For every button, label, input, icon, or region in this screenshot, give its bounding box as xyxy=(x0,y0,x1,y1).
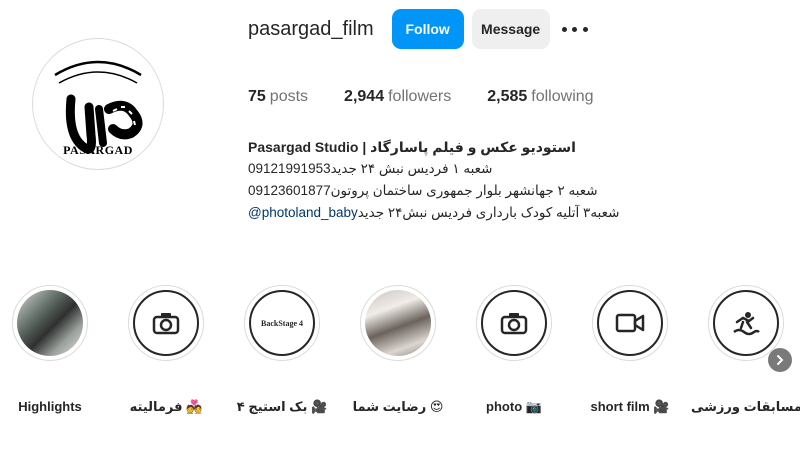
highlight-item[interactable]: Highlights xyxy=(0,285,105,414)
highlight-item[interactable]: photo 📷 xyxy=(459,285,569,415)
avatar-brand-text: PASARGAD xyxy=(63,143,133,157)
more-dots-icon[interactable] xyxy=(561,17,588,41)
bio-mention-link[interactable]: @photoland_baby xyxy=(248,205,358,220)
video-camera-icon xyxy=(597,290,663,356)
highlight-label: رضایت شما 😍 xyxy=(352,399,444,414)
following-stat[interactable]: 2,585 following xyxy=(487,88,593,106)
followers-count: 2,944 xyxy=(344,88,385,105)
camera-icon xyxy=(481,290,547,356)
highlight-label: Highlights xyxy=(18,399,82,414)
profile-header: pasargad_film Follow Message xyxy=(248,8,588,50)
highlight-item[interactable]: short film 🎥 xyxy=(575,285,685,415)
sports-icon xyxy=(713,290,779,356)
avatar[interactable]: PASARGAD xyxy=(32,38,164,170)
highlight-ring xyxy=(476,285,552,361)
posts-count: 75 xyxy=(248,88,266,105)
highlight-item[interactable]: BackStage 4 بک استیج ۴ 🎥 xyxy=(227,285,337,415)
followers-label: followers xyxy=(388,88,452,105)
bio-line-2: شعبه ۲ جهانشهر بلوار جمهوری ساختمان پروت… xyxy=(248,183,598,198)
followers-stat[interactable]: 2,944 followers xyxy=(344,88,451,106)
highlight-label: short film 🎥 xyxy=(590,399,670,414)
profile-bio: Pasargad Studio | استودیو عکس و فیلم پاس… xyxy=(248,136,619,224)
profile-display-name: Pasargad Studio | استودیو عکس و فیلم پاس… xyxy=(248,139,576,155)
profile-avatar-area[interactable]: PASARGAD xyxy=(32,26,164,204)
username[interactable]: pasargad_film xyxy=(248,18,374,41)
bio-line-3-text: شعبه۳ آتلیه کودک بارداری فردیس نبش۲۴ جدی… xyxy=(357,205,620,220)
highlight-label: بک استیج ۴ 🎥 xyxy=(236,399,328,414)
posts-stat: 75 posts xyxy=(248,88,308,106)
highlight-label: photo 📷 xyxy=(486,399,542,414)
highlight-thumbnail xyxy=(365,290,431,356)
highlight-ring xyxy=(360,285,436,361)
highlight-label: مسابقات ورزشی xyxy=(691,399,800,414)
follow-button[interactable]: Follow xyxy=(391,9,464,49)
following-count: 2,585 xyxy=(487,88,528,105)
highlight-label: فرمالیته 💑 xyxy=(129,399,203,414)
highlight-item[interactable]: فرمالیته 💑 xyxy=(111,285,221,415)
story-highlights: Highlights فرمالیته 💑 BackStage 4 بک است… xyxy=(0,285,800,435)
highlight-item[interactable]: رضایت شما 😍 xyxy=(343,285,453,415)
message-button[interactable]: Message xyxy=(471,9,550,49)
dot xyxy=(561,26,567,32)
dot xyxy=(582,26,588,32)
posts-label: posts xyxy=(269,88,309,105)
bio-line-3: @photoland_babyشعبه۳ آتلیه کودک بارداری … xyxy=(248,202,619,224)
backstage-icon: BackStage 4 xyxy=(249,290,315,356)
dot xyxy=(572,26,578,32)
highlight-ring xyxy=(592,285,668,361)
following-label: following xyxy=(531,88,594,105)
highlight-ring xyxy=(128,285,204,361)
camera-icon xyxy=(133,290,199,356)
highlight-ring xyxy=(12,285,88,361)
profile-stats: 75 posts 2,944 followers 2,585 following xyxy=(248,88,630,106)
backstage-text: BackStage 4 xyxy=(261,318,303,328)
highlight-ring: BackStage 4 xyxy=(244,285,320,361)
next-arrow-icon[interactable] xyxy=(768,348,792,372)
bio-line-1: شعبه ۱ فردیس نبش ۲۴ جدید09121991953 xyxy=(248,161,493,176)
highlight-thumbnail xyxy=(17,290,83,356)
